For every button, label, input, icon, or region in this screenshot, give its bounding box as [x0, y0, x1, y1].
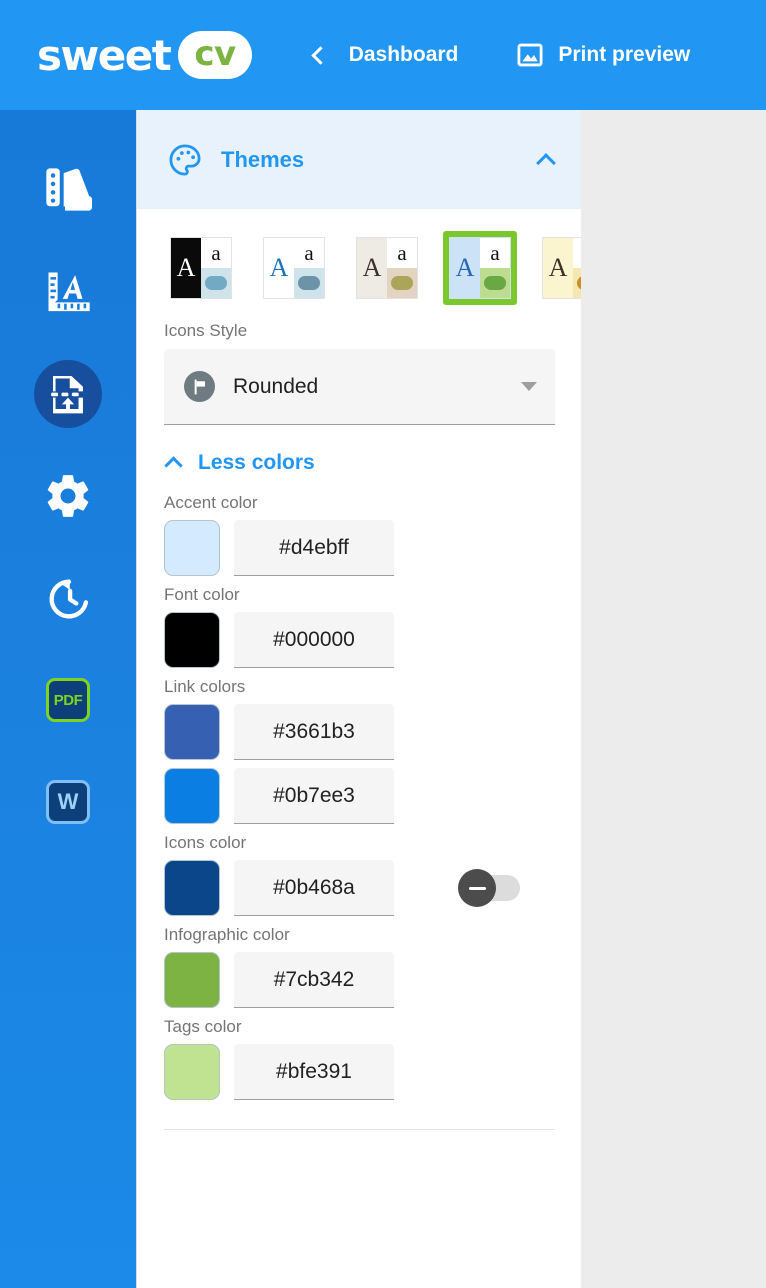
link-primary-color-swatch[interactable]: [164, 704, 220, 760]
sidebar-item-typography[interactable]: [30, 254, 106, 330]
icons-style-label: Icons Style: [164, 321, 248, 340]
history-clock-icon: [49, 579, 89, 619]
flag-circle-icon: [184, 371, 215, 402]
tags-color-swatch[interactable]: [164, 1044, 220, 1100]
theme-option-dark[interactable]: A a: [164, 231, 238, 305]
sidebar-item-export-pdf[interactable]: PDF: [30, 662, 106, 738]
logo-cv-text: cv: [194, 34, 236, 74]
toggle-knob: [458, 869, 496, 907]
color-settings-list: Accent color Font color Link colors: [164, 493, 555, 1103]
infographic-color-label: Infographic color: [164, 925, 290, 944]
logo-wordmark: sweet: [37, 30, 172, 80]
logo-cv-badge: cv: [178, 31, 252, 79]
icons-style-select[interactable]: Rounded: [164, 349, 555, 425]
color-row-accent: [164, 517, 555, 579]
page-break-upload-icon: [51, 375, 83, 414]
word-badge-text: W: [57, 789, 79, 814]
sidebar-item-history[interactable]: [30, 560, 106, 636]
themes-panel: Themes A a A a A a A a A Icons Style Rou…: [136, 110, 581, 1288]
theme-accent-dot: [205, 276, 227, 290]
gear-icon: [47, 475, 89, 517]
theme-right-letter: a: [294, 238, 324, 268]
tags-color-label: Tags color: [164, 1017, 242, 1036]
accent-color-input[interactable]: [234, 520, 394, 576]
icons-color-label: Icons color: [164, 833, 247, 852]
icons-style-value: Rounded: [233, 374, 319, 398]
theme-right-letter: a: [387, 238, 417, 268]
theme-left-letter: A: [264, 238, 294, 298]
color-row-infographic: [164, 949, 555, 1011]
sidebar-item-page-layout[interactable]: [30, 356, 106, 432]
app-root: sweet cv Dashboard Print preview PDF W T…: [0, 0, 766, 1288]
panel-section-divider: [164, 1129, 555, 1130]
theme-left-letter: A: [543, 238, 573, 298]
font-color-input[interactable]: [234, 612, 394, 668]
link-colors-label: Link colors: [164, 677, 246, 696]
image-icon: [517, 43, 543, 67]
accent-color-swatch[interactable]: [164, 520, 220, 576]
chevron-left-icon: [310, 45, 330, 65]
color-row-link-secondary: [164, 765, 555, 827]
themes-panel-body: A a A a A a A a A Icons Style Rounded Le…: [137, 209, 581, 1130]
themes-panel-header[interactable]: Themes: [137, 110, 581, 209]
pdf-badge-text: PDF: [53, 691, 83, 709]
theme-accent-dot: [298, 276, 320, 290]
sidebar-item-export-word[interactable]: W: [30, 764, 106, 840]
theme-accent-dot: [577, 276, 581, 290]
chevron-up-icon: [164, 456, 183, 475]
dashboard-back-link[interactable]: Dashboard: [310, 43, 459, 67]
infographic-color-input[interactable]: [234, 952, 394, 1008]
theme-left-letter: A: [450, 238, 480, 298]
left-sidebar: PDF W: [0, 110, 136, 1288]
theme-option-cream[interactable]: A a: [536, 231, 581, 305]
link-secondary-color-input[interactable]: [234, 768, 394, 824]
link-secondary-color-swatch[interactable]: [164, 768, 220, 824]
color-row-link-primary: [164, 701, 555, 763]
app-header: sweet cv Dashboard Print preview: [0, 0, 766, 110]
word-badge-icon: W: [46, 780, 90, 824]
print-preview-button[interactable]: Print preview: [516, 41, 690, 69]
pdf-badge-icon: PDF: [46, 678, 90, 722]
theme-right-letter: a: [201, 238, 231, 268]
theme-left-letter: A: [357, 238, 387, 298]
chevron-up-icon[interactable]: [536, 152, 556, 173]
app-logo[interactable]: sweet cv: [37, 31, 252, 80]
minus-icon: [468, 886, 486, 890]
theme-option-blue-green-selected[interactable]: A a: [443, 231, 517, 305]
icons-color-swatch[interactable]: [164, 860, 220, 916]
infographic-color-swatch[interactable]: [164, 952, 220, 1008]
font-color-label: Font color: [164, 585, 240, 604]
color-row-tags: [164, 1041, 555, 1103]
link-primary-color-input[interactable]: [234, 704, 394, 760]
print-preview-label: Print preview: [558, 43, 691, 66]
font-color-swatch[interactable]: [164, 612, 220, 668]
color-row-font: [164, 609, 555, 671]
dashboard-label: Dashboard: [348, 43, 459, 66]
icons-color-input[interactable]: [234, 860, 394, 916]
accent-color-label: Accent color: [164, 493, 258, 512]
theme-accent-dot: [391, 276, 413, 290]
palette-icon: [169, 144, 201, 175]
sidebar-item-settings[interactable]: [30, 458, 106, 534]
less-colors-toggle[interactable]: Less colors: [164, 451, 555, 475]
theme-swatch-list: A a A a A a A a A: [164, 231, 581, 305]
color-palette-swatches-icon: [46, 168, 93, 211]
icons-color-toggle[interactable]: [458, 869, 520, 907]
theme-accent-dot: [484, 276, 506, 290]
theme-left-letter: A: [171, 238, 201, 298]
sidebar-item-design[interactable]: [30, 152, 106, 228]
theme-option-white[interactable]: A a: [257, 231, 331, 305]
panel-title: Themes: [221, 146, 305, 172]
ruler-typography-icon: [48, 272, 90, 312]
theme-option-beige[interactable]: A a: [350, 231, 424, 305]
theme-right-letter: a: [480, 238, 510, 268]
chevron-down-icon[interactable]: [521, 382, 537, 391]
tags-color-input[interactable]: [234, 1044, 394, 1100]
less-colors-label: Less colors: [198, 451, 315, 474]
theme-right-letter: a: [573, 238, 581, 268]
color-row-icons: [164, 857, 555, 919]
